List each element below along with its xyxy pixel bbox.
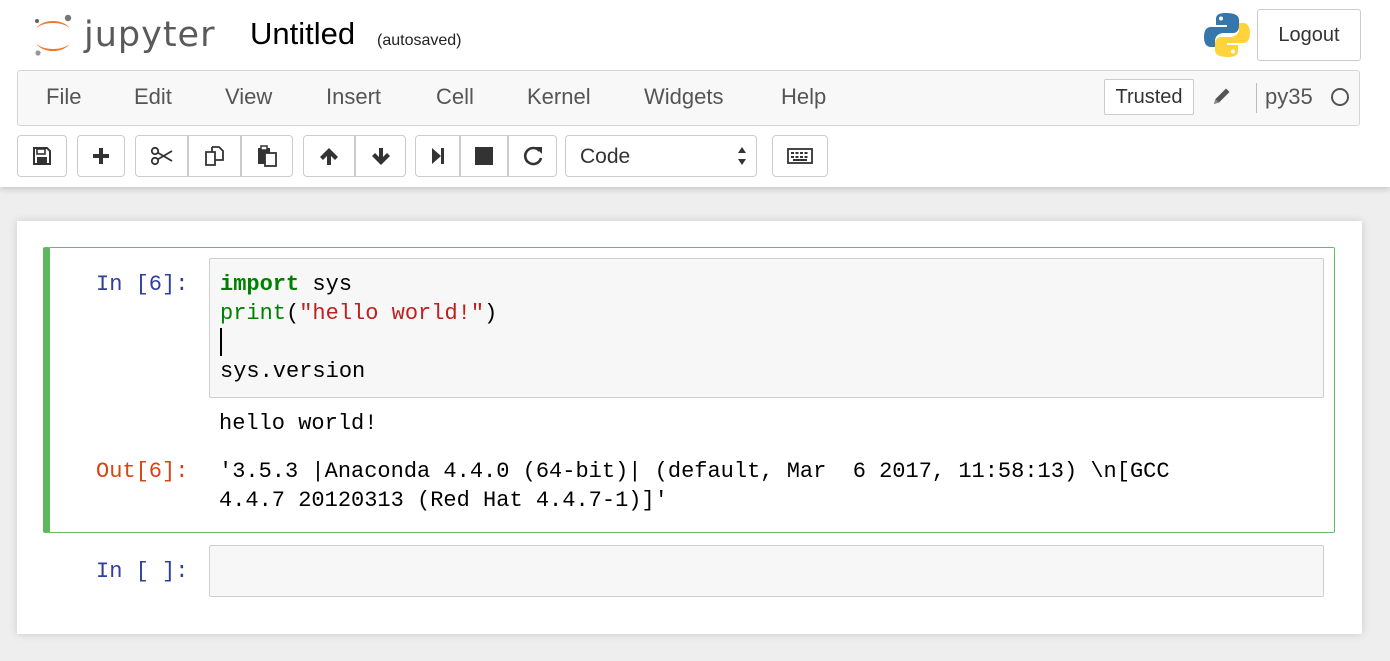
interrupt-button[interactable] — [460, 135, 508, 177]
result-output-line-1: '3.5.3 |Anaconda 4.4.0 (64-bit)| (defaul… — [219, 459, 1170, 484]
insert-cell-button[interactable] — [77, 135, 125, 177]
code-builtin: print — [220, 301, 287, 326]
kernel-idle-icon — [1331, 88, 1349, 106]
move-up-button[interactable] — [303, 135, 355, 177]
cut-icon — [150, 146, 172, 166]
jupyter-logo-text: jupyter — [84, 14, 216, 55]
code-line-2: print("hello world!") — [220, 301, 497, 326]
plus-icon — [93, 148, 109, 164]
stop-icon — [475, 147, 493, 165]
code-paren-close: ) — [484, 301, 498, 326]
run-button[interactable] — [415, 135, 460, 177]
command-palette-button[interactable] — [772, 135, 828, 177]
input-prompt: In [6]: — [96, 272, 189, 297]
output-prompt: Out[6]: — [96, 459, 189, 484]
code-paren-open: ( — [286, 301, 300, 326]
code-line-4: sys.version — [220, 359, 366, 384]
input-prompt-empty: In [ ]: — [96, 559, 189, 584]
logout-button[interactable]: Logout — [1257, 9, 1361, 61]
code-text: sys — [299, 272, 353, 297]
menu-kernel[interactable]: Kernel — [527, 84, 591, 110]
menu-insert[interactable]: Insert — [326, 84, 381, 110]
cell-type-value: Code — [580, 145, 631, 168]
header: jupyter Untitled (autosaved) Logout File… — [0, 0, 1390, 187]
move-down-button[interactable] — [355, 135, 406, 177]
kernel-name[interactable]: py35 — [1265, 84, 1313, 110]
code-editor[interactable] — [209, 258, 1324, 398]
arrow-up-icon — [320, 148, 338, 165]
menu-cell[interactable]: Cell — [436, 84, 474, 110]
menu-file[interactable]: File — [46, 84, 81, 110]
save-button[interactable] — [17, 135, 67, 177]
save-icon — [33, 147, 51, 165]
keyboard-icon — [787, 148, 813, 164]
result-output-line-2: 4.4.7 20120313 (Red Hat 4.4.7-1)]' — [219, 488, 668, 513]
code-line-1: import sys — [220, 272, 352, 297]
menu-help[interactable]: Help — [781, 84, 826, 110]
run-icon — [431, 148, 444, 164]
jupyter-logo[interactable]: jupyter — [32, 10, 215, 60]
menu-edit[interactable]: Edit — [134, 84, 172, 110]
cut-button[interactable] — [135, 135, 188, 177]
arrow-down-icon — [371, 148, 390, 165]
restart-icon — [523, 146, 542, 166]
kernel-divider — [1256, 83, 1257, 113]
text-cursor — [220, 328, 222, 356]
notebook-name[interactable]: Untitled — [250, 16, 355, 52]
trusted-indicator[interactable]: Trusted — [1104, 79, 1194, 115]
code-string: "hello world!" — [299, 301, 485, 326]
pencil-icon[interactable] — [1211, 85, 1233, 107]
autosave-status: (autosaved) — [377, 32, 462, 49]
select-arrows-icon — [738, 147, 746, 165]
menu-view[interactable]: View — [225, 84, 272, 110]
jupyter-logo-icon — [32, 13, 74, 57]
copy-button[interactable] — [188, 135, 241, 177]
copy-icon — [204, 146, 224, 166]
paste-button[interactable] — [241, 135, 293, 177]
python-logo-icon — [1202, 10, 1252, 60]
restart-button[interactable] — [508, 135, 557, 177]
code-keyword: import — [220, 272, 300, 297]
code-editor-empty[interactable] — [209, 545, 1324, 597]
stream-output: hello world! — [219, 411, 378, 436]
menubar: File Edit View Insert Cell Kernel Widget… — [17, 70, 1360, 126]
menu-widgets[interactable]: Widgets — [644, 84, 723, 110]
cell-type-select[interactable]: Code — [565, 135, 757, 177]
paste-icon — [258, 145, 277, 167]
